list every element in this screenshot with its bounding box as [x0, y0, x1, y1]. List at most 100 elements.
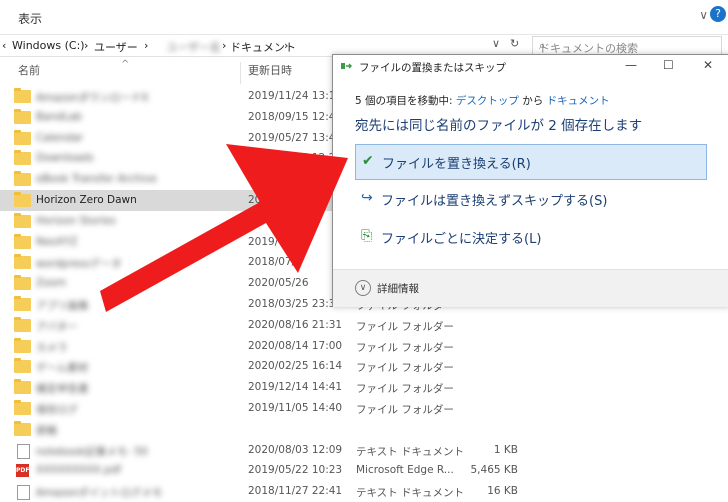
file-name: アバター: [36, 320, 78, 333]
close-icon[interactable]: ✕: [703, 58, 713, 72]
file-name: 原稿: [36, 424, 57, 437]
file-decide-icon: ⎘: [361, 228, 373, 244]
refresh-icon[interactable]: ↻: [510, 37, 519, 50]
column-header-name[interactable]: 名前: [18, 62, 40, 82]
source-link[interactable]: デスクトップ: [456, 95, 519, 107]
file-name: wordpressデータ: [36, 258, 122, 271]
file-date: 2018/07/: [248, 256, 296, 269]
file-name: 保存ログ: [36, 403, 78, 416]
file-row[interactable]: 原稿: [0, 419, 530, 440]
folder-icon: [14, 358, 31, 374]
file-row[interactable]: Amazonポイントログメモ 2018/11/27 22:41 テキスト ドキュメン…: [0, 481, 530, 502]
details-toggle[interactable]: 詳細情報: [377, 281, 419, 296]
file-name: カメラ: [36, 341, 68, 354]
replace-files-button[interactable]: ✔ ファイルを置き換える(R): [355, 144, 707, 180]
address-tools: ∨ ↻: [488, 36, 528, 56]
file-row[interactable]: PDF XXXXXXXXX.pdf 2019/05/22 10:23 Microsof…: [0, 460, 530, 481]
chevron-left-icon[interactable]: ‹: [2, 39, 6, 52]
moving-prefix: 5 個の項目を移動中:: [355, 95, 456, 107]
folder-icon: [14, 316, 31, 332]
file-name: 確定申告書: [36, 383, 89, 396]
file-row[interactable]: アバター 2020/08/16 21:31 ファイル フォルダー: [0, 315, 530, 336]
folder-icon: [14, 337, 31, 353]
file-row[interactable]: カメラ 2020/08/14 17:00 ファイル フォルダー: [0, 336, 530, 357]
breadcrumb-drive[interactable]: Windows (C:): [12, 39, 85, 52]
folder-icon: [14, 150, 31, 166]
file-row[interactable]: 保存ログ 2019/11/05 14:40 ファイル フォルダー: [0, 398, 530, 419]
replace-skip-dialog: ファイルの置換またはスキップ — ☐ ✕ 5 個の項目を移動中: デスクトップ …: [332, 54, 728, 307]
breadcrumb-separator: ›: [84, 39, 89, 52]
file-type: ファイル フォルダー: [356, 383, 454, 396]
dialog-titlebar[interactable]: ファイルの置換またはスキップ — ☐ ✕: [333, 55, 728, 79]
file-name: ゲーム素材: [36, 362, 89, 375]
dialog-title: ファイルの置換またはスキップ: [359, 62, 506, 74]
breadcrumb-separator: ›: [222, 39, 227, 52]
chevron-down-icon[interactable]: ∨: [492, 37, 500, 50]
file-date: 2020/08/14 17:00: [248, 339, 343, 352]
file-size: 16 KB: [487, 485, 518, 498]
file-date: 2018/03/25 23:37: [248, 297, 343, 310]
file-type: ファイル フォルダー: [356, 362, 454, 375]
file-name: NeoXYZ: [36, 235, 78, 248]
file-name: Amazonポイントログメモ: [36, 487, 163, 500]
file-type: テキスト ドキュメント: [356, 487, 465, 500]
folder-icon: [14, 420, 31, 436]
minimize-icon[interactable]: —: [625, 58, 637, 72]
file-date: 2020/05/26: [248, 277, 309, 290]
skip-files-button[interactable]: ↪ ファイルは置き換えずスキップする(S): [355, 182, 705, 216]
chevron-down-circle-icon[interactable]: ∨: [355, 280, 371, 296]
option-label: ファイルを置き換える(R): [382, 157, 531, 172]
folder-icon: [14, 275, 31, 291]
destination-link[interactable]: ドキュメント: [547, 95, 610, 107]
help-icon[interactable]: ?: [710, 6, 726, 22]
file-name: Horizon Stories: [36, 214, 116, 227]
file-type: Microsoft Edge R...: [356, 464, 454, 477]
folder-icon: [14, 233, 31, 249]
search-icon[interactable]: ⌕: [539, 39, 716, 53]
chevron-down-icon[interactable]: ∨: [699, 8, 708, 22]
file-row[interactable]: 確定申告書 2019/12/14 14:41 ファイル フォルダー: [0, 377, 530, 398]
file-date: 2018/09/15 12:41: [248, 110, 343, 123]
checkmark-icon: ✔: [362, 153, 374, 169]
file-date: 2019/11/10 12:24: [248, 152, 343, 165]
ribbon: 表示 ∨ ?: [0, 0, 728, 35]
column-header-date[interactable]: 更新日時: [248, 62, 292, 82]
moving-status: 5 個の項目を移動中: デスクトップ から ドキュメント: [355, 93, 610, 108]
file-type: ファイル フォルダー: [356, 403, 454, 416]
file-name: Downloads: [36, 152, 94, 165]
breadcrumb-separator: ›: [284, 39, 289, 52]
breadcrumb-users[interactable]: ユーザー: [94, 39, 138, 55]
text-file-icon: [17, 443, 30, 459]
file-name: eBook Transfer Archive: [36, 173, 157, 186]
tab-view[interactable]: 表示: [18, 10, 42, 27]
file-date: 2019/11/24 13:19: [248, 90, 343, 102]
dialog-heading: 宛先には同じ名前のファイルが 2 個存在します: [355, 118, 643, 134]
file-name: アプリ画像: [36, 299, 89, 312]
folder-icon: [14, 129, 31, 145]
file-type: ファイル フォルダー: [356, 341, 454, 354]
file-name: XXXXXXXXX.pdf: [36, 464, 122, 477]
folder-icon: [14, 108, 31, 124]
column-divider[interactable]: [240, 62, 241, 84]
decide-each-file-button[interactable]: ⎘ ファイルごとに決定する(L): [355, 220, 705, 254]
pdf-icon: PDF: [16, 464, 29, 478]
file-date: 2020/02/25 16:14: [248, 360, 343, 373]
file-name: AmazonダウンロードX: [36, 92, 149, 104]
folder-icon: [14, 399, 31, 415]
breadcrumb-username[interactable]: ユーザー名: [166, 39, 221, 55]
file-date: 20: [248, 173, 262, 186]
file-row[interactable]: ゲーム素材 2020/02/25 16:14 ファイル フォルダー: [0, 356, 530, 377]
file-type: ファイル フォルダー: [356, 320, 454, 333]
file-date: 2019/05/22 10:23: [248, 464, 343, 477]
file-date: 2019/08: [248, 235, 292, 248]
file-date: 2019/12/14 14:41: [248, 381, 343, 394]
file-type: テキスト ドキュメント: [356, 445, 465, 458]
dialog-footer: ∨ 詳細情報: [333, 269, 728, 307]
file-date: 2019/05/27 13:46: [248, 131, 343, 144]
maximize-icon[interactable]: ☐: [663, 58, 674, 72]
file-date: 20: [248, 193, 262, 206]
file-date: 2020/08/16 21:31: [248, 318, 343, 331]
option-label: ファイルは置き換えずスキップする(S): [381, 194, 608, 209]
sort-up-icon: ^: [121, 59, 130, 70]
file-name: notebook記事メモ- 50: [36, 445, 148, 458]
